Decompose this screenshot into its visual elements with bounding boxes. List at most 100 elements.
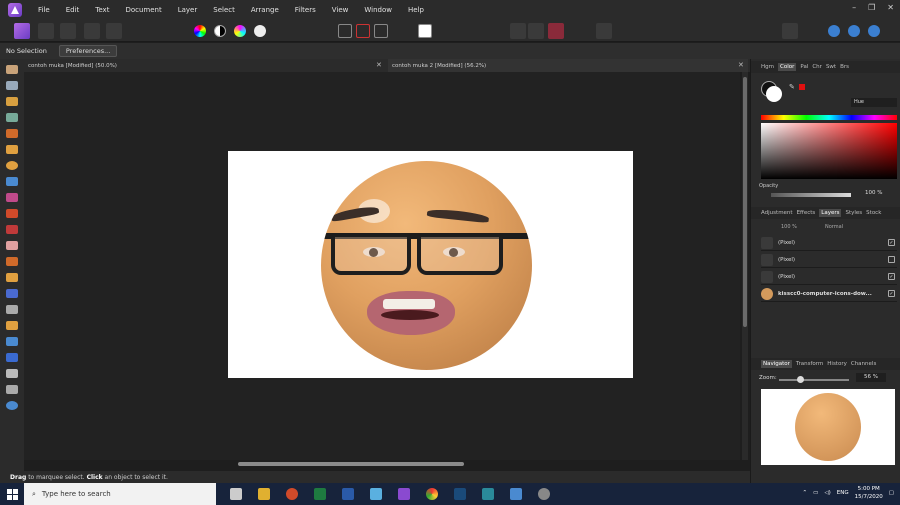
tab-channels[interactable]: Channels bbox=[851, 361, 876, 367]
layer-row[interactable]: (Pixel) bbox=[761, 253, 897, 268]
opacity-slider[interactable] bbox=[771, 193, 851, 197]
preferences-button[interactable]: Preferences... bbox=[58, 45, 118, 57]
marquee-tool-icon[interactable] bbox=[6, 161, 18, 170]
tone-mapping-persona-icon[interactable] bbox=[84, 23, 100, 39]
photo-persona-icon[interactable] bbox=[14, 23, 30, 39]
text-tool-icon[interactable] bbox=[6, 369, 18, 378]
zoom-slider[interactable] bbox=[779, 376, 849, 383]
horizontal-scrollbar[interactable] bbox=[238, 462, 464, 466]
smudge-tool-icon[interactable] bbox=[6, 289, 18, 298]
zoom-value[interactable]: 56 % bbox=[856, 373, 886, 382]
menu-view[interactable]: View bbox=[332, 6, 349, 14]
start-button[interactable] bbox=[0, 483, 24, 505]
move-tool-icon[interactable] bbox=[6, 81, 18, 90]
healing-brush-tool-icon[interactable] bbox=[6, 321, 18, 330]
selection-brush-tool-icon[interactable] bbox=[6, 129, 18, 138]
stroke-color-swatch[interactable] bbox=[766, 86, 782, 102]
menu-filters[interactable]: Filters bbox=[295, 6, 316, 14]
vertical-scrollbar-track[interactable] bbox=[742, 72, 748, 460]
document-page[interactable] bbox=[228, 151, 633, 378]
tab-histogram[interactable]: Hgm bbox=[761, 64, 774, 70]
auto-levels-icon[interactable] bbox=[194, 25, 206, 37]
affinity-photo-logo-icon[interactable] bbox=[8, 3, 22, 17]
canvas-area[interactable] bbox=[24, 72, 740, 466]
tab-pal[interactable]: Pal bbox=[800, 64, 808, 70]
erase-tool-icon[interactable] bbox=[6, 241, 18, 250]
view-tool-icon[interactable] bbox=[6, 65, 18, 74]
layer-row[interactable]: (Pixel) ✓ bbox=[761, 270, 897, 285]
rectangle-tool-icon[interactable] bbox=[6, 353, 18, 362]
media-player-icon[interactable] bbox=[510, 488, 522, 500]
menu-help[interactable]: Help bbox=[408, 6, 424, 14]
dodge-tool-icon[interactable] bbox=[6, 257, 18, 266]
tab-history[interactable]: History bbox=[827, 361, 847, 367]
tab-stock[interactable]: Stock bbox=[866, 210, 881, 216]
chrome-icon[interactable] bbox=[426, 488, 438, 500]
tab-navigator[interactable]: Navigator bbox=[761, 360, 792, 368]
gradient-tool-icon[interactable] bbox=[6, 193, 18, 202]
word-icon[interactable] bbox=[342, 488, 354, 500]
flood-fill-tool-icon[interactable] bbox=[6, 177, 18, 186]
blend-mode-select[interactable]: Normal bbox=[825, 224, 843, 230]
tab-layers[interactable]: Layers bbox=[819, 209, 842, 217]
tab-adjustment[interactable]: Adjustment bbox=[761, 210, 793, 216]
tab-contoh-muka-2[interactable]: contoh muka 2 [Modified] (56.2%) bbox=[388, 59, 748, 72]
brush-tool-options-icon[interactable] bbox=[596, 23, 612, 39]
share-icon[interactable] bbox=[106, 23, 122, 39]
file-explorer-icon[interactable] bbox=[258, 488, 270, 500]
navigator-preview[interactable] bbox=[761, 389, 895, 465]
quick-mask-icon[interactable] bbox=[418, 24, 432, 38]
grid-icon[interactable] bbox=[510, 23, 526, 39]
restore-icon[interactable]: ❐ bbox=[868, 3, 875, 12]
auto-colors-icon[interactable] bbox=[234, 25, 246, 37]
affinity-photo-taskbar-icon[interactable] bbox=[398, 488, 410, 500]
blur-tool-icon[interactable] bbox=[6, 305, 18, 314]
menu-text[interactable]: Text bbox=[95, 6, 109, 14]
close-tab-icon[interactable]: ✕ bbox=[376, 61, 382, 69]
steam-icon[interactable] bbox=[454, 488, 466, 500]
clone-tool-icon[interactable] bbox=[6, 273, 18, 282]
layer-visibility-checkbox[interactable]: ✓ bbox=[888, 273, 895, 280]
menu-select[interactable]: Select bbox=[213, 6, 235, 14]
close-icon[interactable]: ✕ bbox=[887, 3, 894, 12]
layer-opacity-value[interactable]: 100 % bbox=[781, 224, 797, 230]
vegas-icon[interactable] bbox=[482, 488, 494, 500]
hue-slider[interactable] bbox=[761, 115, 897, 120]
fill-stroke-swatch[interactable] bbox=[761, 81, 783, 103]
crop-tool-icon[interactable] bbox=[6, 113, 18, 122]
menu-edit[interactable]: Edit bbox=[66, 6, 80, 14]
preferences-icon[interactable] bbox=[848, 25, 860, 37]
menu-document[interactable]: Document bbox=[125, 6, 161, 14]
settings-icon[interactable] bbox=[868, 25, 880, 37]
develop-persona-icon[interactable] bbox=[60, 23, 76, 39]
language-indicator[interactable]: ENG bbox=[837, 490, 849, 496]
app-icon[interactable] bbox=[538, 488, 550, 500]
tab-color[interactable]: Color bbox=[778, 63, 797, 71]
zoom-slider-thumb[interactable] bbox=[797, 376, 804, 383]
clock[interactable]: 5:00 PM 15/7/2020 bbox=[855, 485, 883, 501]
layer-row[interactable]: (Pixel) ✓ bbox=[761, 236, 897, 251]
tab-transform[interactable]: Transform bbox=[796, 361, 823, 367]
menu-window[interactable]: Window bbox=[364, 6, 392, 14]
menu-layer[interactable]: Layer bbox=[178, 6, 198, 14]
color-mode-select[interactable]: Hue bbox=[851, 98, 897, 107]
eyedropper-icon[interactable]: ✎ bbox=[789, 83, 795, 91]
alignment-icon[interactable] bbox=[528, 23, 544, 39]
close-tab-icon[interactable]: ✕ bbox=[738, 61, 744, 69]
tab-effects[interactable]: Effects bbox=[797, 210, 816, 216]
arrange-icon[interactable] bbox=[782, 23, 798, 39]
liquify-persona-icon[interactable] bbox=[38, 23, 54, 39]
opacity-value[interactable]: 100 % bbox=[865, 190, 882, 196]
zoom-tool-icon[interactable] bbox=[6, 401, 18, 410]
emoji-face-image[interactable] bbox=[321, 161, 532, 370]
excel-icon[interactable] bbox=[314, 488, 326, 500]
tab-brushes[interactable]: Brs bbox=[840, 64, 849, 70]
task-view-icon[interactable] bbox=[230, 488, 242, 500]
current-color-swatch[interactable] bbox=[799, 84, 805, 90]
clear-selection-icon[interactable] bbox=[356, 24, 370, 38]
volume-icon[interactable]: ◁) bbox=[824, 490, 830, 496]
layer-visibility-checkbox[interactable]: ✓ bbox=[888, 290, 895, 297]
powerpoint-icon[interactable] bbox=[286, 488, 298, 500]
pen-tool-icon[interactable] bbox=[6, 337, 18, 346]
layer-row[interactable]: kisscc0-computer-icons-dow... ✓ bbox=[761, 287, 897, 302]
